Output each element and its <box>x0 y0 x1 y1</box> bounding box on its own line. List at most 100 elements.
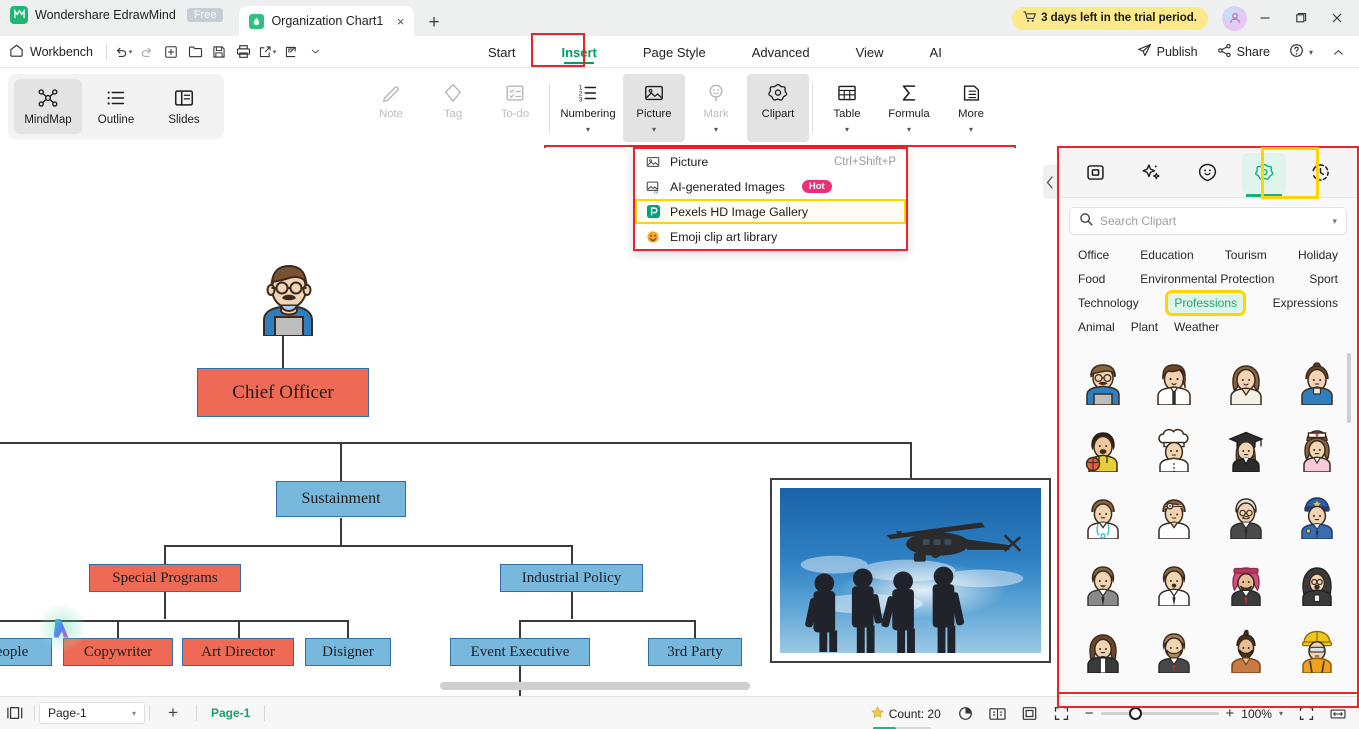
clipart-item-old-man-suit[interactable] <box>1210 483 1282 550</box>
horizontal-scrollbar[interactable] <box>440 682 750 690</box>
view-mode-slides[interactable]: Slides <box>150 79 218 134</box>
clipart-item-man-basketball[interactable] <box>1067 416 1139 483</box>
help-button[interactable]: ▾ <box>1281 36 1321 68</box>
collapse-panel-button[interactable] <box>1043 165 1057 199</box>
menu-item-ai-generated-images[interactable]: AI AI-generated Images Hot <box>635 174 906 199</box>
clipart-item-chef-hat[interactable] <box>1139 416 1211 483</box>
clipart-item-doctor-headmirror[interactable] <box>1139 483 1211 550</box>
menu-item-picture[interactable]: Picture Ctrl+Shift+P <box>635 149 906 174</box>
fit-to-window-icon[interactable] <box>1291 697 1321 729</box>
clipart-item-man-beard-suit[interactable] <box>1139 617 1211 684</box>
clipart-item-woman-dark-suit[interactable] <box>1067 617 1139 684</box>
tool-note[interactable]: Note <box>360 74 422 142</box>
undo-icon[interactable] <box>111 40 135 64</box>
book-view-icon[interactable] <box>983 697 1013 729</box>
category-animal[interactable]: Animal <box>1072 317 1121 337</box>
tool-todo[interactable]: To-do <box>484 74 546 142</box>
page-selector[interactable]: Page-1 ▾ <box>39 702 145 724</box>
clipart-item-woman-hijab[interactable] <box>1282 550 1354 617</box>
add-page-button[interactable]: + <box>154 703 192 723</box>
category-technology[interactable]: Technology <box>1072 293 1145 313</box>
chevron-down-icon[interactable]: ▾ <box>907 125 911 134</box>
clipart-item-woman-office-suit[interactable] <box>1139 349 1211 416</box>
tab-ai[interactable]: AI <box>907 36 965 68</box>
menu-item-pexels-hd-image-gallery[interactable]: Pexels HD Image Gallery <box>635 199 906 224</box>
close-tab-icon[interactable]: × <box>397 14 405 29</box>
category-sport[interactable]: Sport <box>1303 269 1344 289</box>
category-plant[interactable]: Plant <box>1125 317 1164 337</box>
maximize-button[interactable] <box>1283 0 1319 36</box>
tool-tag[interactable]: Tag <box>422 74 484 142</box>
tab-view[interactable]: View <box>833 36 907 68</box>
collapse-ribbon-button[interactable] <box>1324 36 1353 68</box>
publish-button[interactable]: Publish <box>1129 36 1206 68</box>
user-avatar[interactable] <box>1222 5 1247 31</box>
export-icon[interactable] <box>255 40 279 64</box>
minimize-button[interactable] <box>1247 0 1283 36</box>
clipart-item-man-top-knot[interactable] <box>1210 617 1282 684</box>
tool-formula[interactable]: Formula ▾ <box>878 74 940 142</box>
print-icon[interactable] <box>231 40 255 64</box>
node-industrial-policy[interactable]: Industrial Policy <box>500 564 643 592</box>
new-tab-button[interactable]: + <box>428 13 439 32</box>
category-weather[interactable]: Weather <box>1168 317 1225 337</box>
view-mode-mindmap[interactable]: MindMap <box>14 79 82 134</box>
tool-table[interactable]: Table ▾ <box>816 74 878 142</box>
category-food[interactable]: Food <box>1072 269 1111 289</box>
redo-icon[interactable] <box>135 40 159 64</box>
import-icon[interactable] <box>279 40 303 64</box>
chevron-down-icon[interactable]: ▾ <box>969 125 973 134</box>
tab-advanced[interactable]: Advanced <box>729 36 833 68</box>
open-folder-icon[interactable] <box>183 40 207 64</box>
clipart-search-box[interactable]: ▾ <box>1069 207 1347 235</box>
pie-view-icon[interactable] <box>951 697 981 729</box>
tab-page-style[interactable]: Page Style <box>620 36 729 68</box>
clipart-item-doctor-coat[interactable] <box>1067 483 1139 550</box>
fit-page-icon[interactable] <box>1015 697 1045 729</box>
clipart-item-police-officer[interactable] <box>1282 483 1354 550</box>
clipart-item-man-grey-suit[interactable] <box>1067 550 1139 617</box>
tool-mark[interactable]: Mark ▾ <box>685 74 747 142</box>
panel-tab-clipart[interactable] <box>1242 152 1287 197</box>
category-tourism[interactable]: Tourism <box>1219 245 1273 265</box>
panel-vertical-scrollbar[interactable] <box>1347 353 1351 423</box>
zoom-level-label[interactable]: 100% <box>1241 707 1272 721</box>
chevron-down-icon[interactable]: ▾ <box>845 125 849 134</box>
zoom-out-button[interactable]: − <box>1085 705 1094 722</box>
tool-numbering[interactable]: 123 Numbering ▾ <box>553 74 623 142</box>
clipart-item-man-keffiyeh[interactable] <box>1210 550 1282 617</box>
node-special-programs[interactable]: Special Programs <box>89 564 241 592</box>
chevron-down-icon[interactable]: ▾ <box>1332 216 1337 227</box>
category-professions[interactable]: Professions <box>1165 290 1247 316</box>
inserted-image-node[interactable] <box>770 478 1051 663</box>
page-tab-page-1[interactable]: Page-1 <box>201 706 260 720</box>
panel-tab-sparkle[interactable] <box>1130 153 1174 193</box>
document-tab[interactable]: Organization Chart1 × <box>239 6 415 36</box>
clipart-search-input[interactable] <box>1100 214 1326 228</box>
workbench-button[interactable]: Workbench <box>0 43 102 61</box>
zoom-slider-knob[interactable] <box>1128 707 1142 720</box>
clipart-item-woman-long-hair[interactable] <box>1210 349 1282 416</box>
chevron-down-icon[interactable]: ▾ <box>652 125 656 134</box>
more-quick-icon[interactable] <box>303 40 327 64</box>
fullscreen-icon[interactable] <box>1047 697 1077 729</box>
node-3rd-party[interactable]: 3rd Party <box>648 638 742 666</box>
node-chief-officer[interactable]: Chief Officer <box>197 368 369 417</box>
tool-more[interactable]: More ▾ <box>940 74 1002 142</box>
clipart-item-man-glasses-laptop[interactable] <box>1067 349 1139 416</box>
node-art-director[interactable]: Art Director <box>182 638 294 666</box>
page-panel-toggle-icon[interactable] <box>0 697 30 729</box>
category-environmental-protection[interactable]: Environmental Protection <box>1134 269 1280 289</box>
category-holiday[interactable]: Holiday <box>1292 245 1344 265</box>
tool-picture[interactable]: Picture ▾ <box>623 74 685 142</box>
chief-officer-avatar-clipart[interactable] <box>258 260 320 341</box>
new-file-icon[interactable] <box>159 40 183 64</box>
chevron-down-icon[interactable]: ▾ <box>586 125 590 134</box>
fit-width-icon[interactable] <box>1323 697 1353 729</box>
menu-item-emoji-clip-art-library[interactable]: Emoji clip art library <box>635 224 906 249</box>
panel-tab-recent[interactable] <box>1299 153 1343 193</box>
panel-tab-sticker[interactable] <box>1186 153 1230 193</box>
clipart-item-worker-hardhat[interactable] <box>1282 617 1354 684</box>
close-window-button[interactable] <box>1319 0 1355 36</box>
clipart-item-man-white-shirt[interactable] <box>1139 550 1211 617</box>
